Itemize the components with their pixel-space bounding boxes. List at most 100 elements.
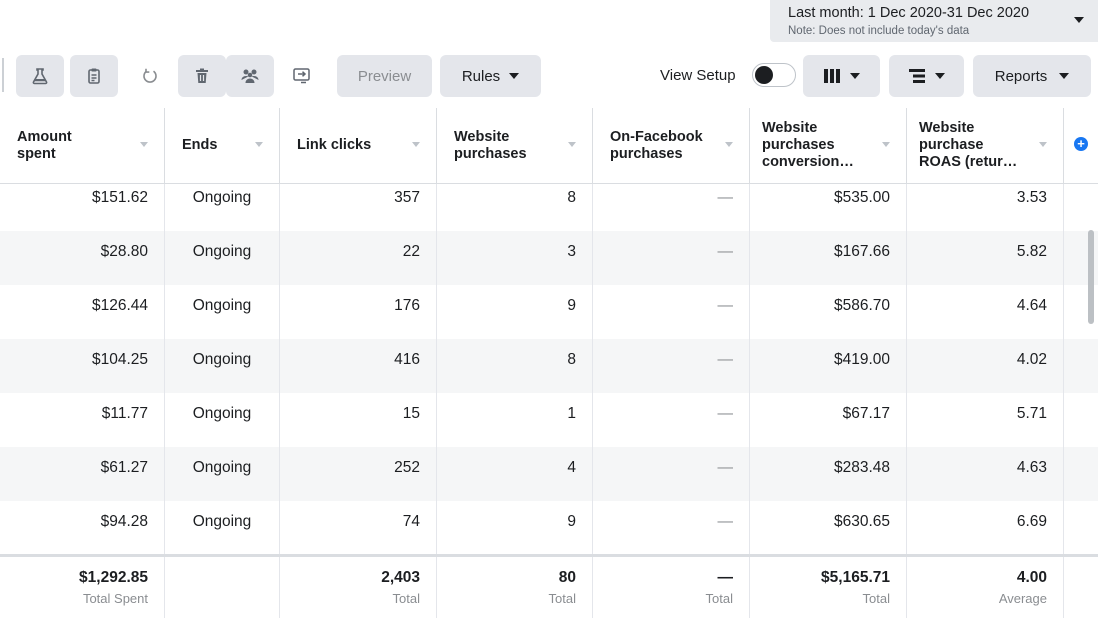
cell-roas: 4.02	[907, 339, 1064, 393]
cell-link-clicks: 74	[280, 501, 437, 554]
cell-ends: Ongoing	[165, 339, 280, 393]
sort-icon[interactable]	[412, 142, 420, 147]
total-ends	[165, 557, 280, 618]
rules-button[interactable]: Rules	[440, 55, 541, 97]
vertical-scrollbar[interactable]	[1088, 230, 1094, 324]
column-header-label: Website purchase ROAS (retur…	[919, 120, 1018, 170]
cell-roas: 5.82	[907, 231, 1064, 285]
cell-ends: Ongoing	[165, 393, 280, 447]
cell-roas: 5.71	[907, 393, 1064, 447]
revert-button[interactable]	[126, 55, 174, 97]
cell-on-facebook-purchases: —	[593, 184, 750, 231]
table-row[interactable]: $61.27 Ongoing 252 4 — $283.48 4.63	[0, 447, 1098, 501]
cell-ends: Ongoing	[165, 501, 280, 554]
total-amount-spent: $1,292.85 Total Spent	[0, 557, 165, 618]
sort-icon[interactable]	[725, 142, 733, 147]
sort-icon[interactable]	[1039, 142, 1047, 147]
ab-test-button[interactable]	[16, 55, 64, 97]
table-body: $151.62 Ongoing 357 8 — $535.00 3.53 $28…	[0, 184, 1098, 554]
sort-icon[interactable]	[255, 142, 263, 147]
date-range-picker[interactable]: Last month: 1 Dec 2020-31 Dec 2020 Note:…	[770, 0, 1098, 42]
total-link-clicks: 2,403 Total	[280, 557, 437, 618]
total-website-purchases: 80 Total	[437, 557, 593, 618]
cell-website-purchases: 9	[437, 501, 593, 554]
export-icon	[292, 67, 312, 85]
table-row[interactable]: $11.77 Ongoing 15 1 — $67.17 5.71	[0, 393, 1098, 447]
cell-website-purchases: 9	[437, 285, 593, 339]
cell-amount-spent: $104.25	[0, 339, 165, 393]
breakdown-button[interactable]	[889, 55, 964, 97]
audience-icon	[240, 67, 260, 85]
total-label: Total	[862, 591, 890, 606]
sort-icon[interactable]	[882, 142, 890, 147]
table-row[interactable]: $104.25 Ongoing 416 8 — $419.00 4.02	[0, 339, 1098, 393]
total-label: Total	[705, 591, 733, 606]
preview-label: Preview	[357, 67, 412, 85]
sort-icon[interactable]	[140, 142, 148, 147]
total-conversion-value: $5,165.71 Total	[750, 557, 907, 618]
cell-conversion-value: $535.00	[750, 184, 907, 231]
toolbar: Preview Rules View Setup Reports	[0, 44, 1098, 108]
column-header-website-purchase-roas[interactable]: Website purchase ROAS (retur…	[907, 108, 1064, 183]
cell-roas: 4.63	[907, 447, 1064, 501]
columns-icon	[823, 68, 841, 84]
cell-on-facebook-purchases: —	[593, 285, 750, 339]
cell-website-purchases: 8	[437, 339, 593, 393]
column-header-link-clicks[interactable]: Link clicks	[280, 108, 437, 183]
total-label: Total	[392, 591, 420, 606]
total-label: Average	[998, 591, 1047, 606]
cell-website-purchases: 3	[437, 231, 593, 285]
table-row[interactable]: $126.44 Ongoing 176 9 — $586.70 4.64	[0, 285, 1098, 339]
column-header-website-purchases-conversion[interactable]: Website purchases conversion…	[750, 108, 907, 183]
column-header-amount-spent[interactable]: Amount spent	[0, 108, 165, 183]
table-row[interactable]: $28.80 Ongoing 22 3 — $167.66 5.82	[0, 231, 1098, 285]
cell-amount-spent: $94.28	[0, 501, 165, 554]
cell-amount-spent: $28.80	[0, 231, 165, 285]
cell-amount-spent: $11.77	[0, 393, 165, 447]
clipboard-button[interactable]	[70, 55, 118, 97]
export-button[interactable]	[278, 55, 326, 97]
cell-ends: Ongoing	[165, 231, 280, 285]
columns-button[interactable]	[803, 55, 880, 97]
clipboard-icon	[85, 67, 103, 85]
column-header-website-purchases[interactable]: Website purchases	[437, 108, 593, 183]
chevron-down-icon	[850, 73, 860, 79]
preview-button[interactable]: Preview	[337, 55, 432, 97]
column-header-label: On-Facebook purchases	[610, 128, 703, 162]
total-value: $1,292.85	[79, 569, 148, 586]
column-header-ends[interactable]: Ends	[165, 108, 280, 183]
flask-icon	[31, 67, 49, 85]
view-setup-toggle[interactable]	[752, 63, 796, 87]
column-header-label: Website purchases conversion…	[762, 120, 854, 170]
total-value	[165, 569, 263, 587]
date-bar: Last month: 1 Dec 2020-31 Dec 2020 Note:…	[0, 0, 1098, 44]
column-header-label: Link clicks	[297, 137, 372, 153]
reports-button[interactable]: Reports	[973, 55, 1091, 97]
cell-link-clicks: 416	[280, 339, 437, 393]
breakdown-icon	[908, 68, 926, 84]
table-header: Amount spent Ends Link clicks Website pu…	[0, 108, 1098, 184]
cell-amount-spent: $151.62	[0, 184, 165, 231]
total-roas: 4.00 Average	[907, 557, 1064, 618]
total-value: 80	[558, 569, 576, 586]
table-row[interactable]: $151.62 Ongoing 357 8 — $535.00 3.53	[0, 184, 1098, 231]
cell-link-clicks: 22	[280, 231, 437, 285]
sort-icon[interactable]	[568, 142, 576, 147]
toggle-knob	[755, 66, 773, 84]
column-header-label: Ends	[182, 137, 218, 153]
cell-link-clicks: 357	[280, 184, 437, 231]
cell-amount-spent: $61.27	[0, 447, 165, 501]
reports-label: Reports	[994, 67, 1048, 85]
add-column-icon[interactable]: +	[1074, 137, 1088, 151]
cell-website-purchases: 1	[437, 393, 593, 447]
chevron-down-icon	[1059, 73, 1070, 79]
table-row[interactable]: $94.28 Ongoing 74 9 — $630.65 6.69	[0, 501, 1098, 554]
cell-conversion-value: $586.70	[750, 285, 907, 339]
date-range-note: Note: Does not include today's data	[788, 25, 970, 37]
delete-button[interactable]	[178, 55, 226, 97]
column-header-label: Website purchases	[454, 128, 527, 162]
date-range-label: Last month: 1 Dec 2020-31 Dec 2020	[788, 5, 1030, 21]
cell-ends: Ongoing	[165, 285, 280, 339]
audience-button[interactable]	[226, 55, 274, 97]
column-header-on-facebook-purchases[interactable]: On-Facebook purchases	[593, 108, 750, 183]
